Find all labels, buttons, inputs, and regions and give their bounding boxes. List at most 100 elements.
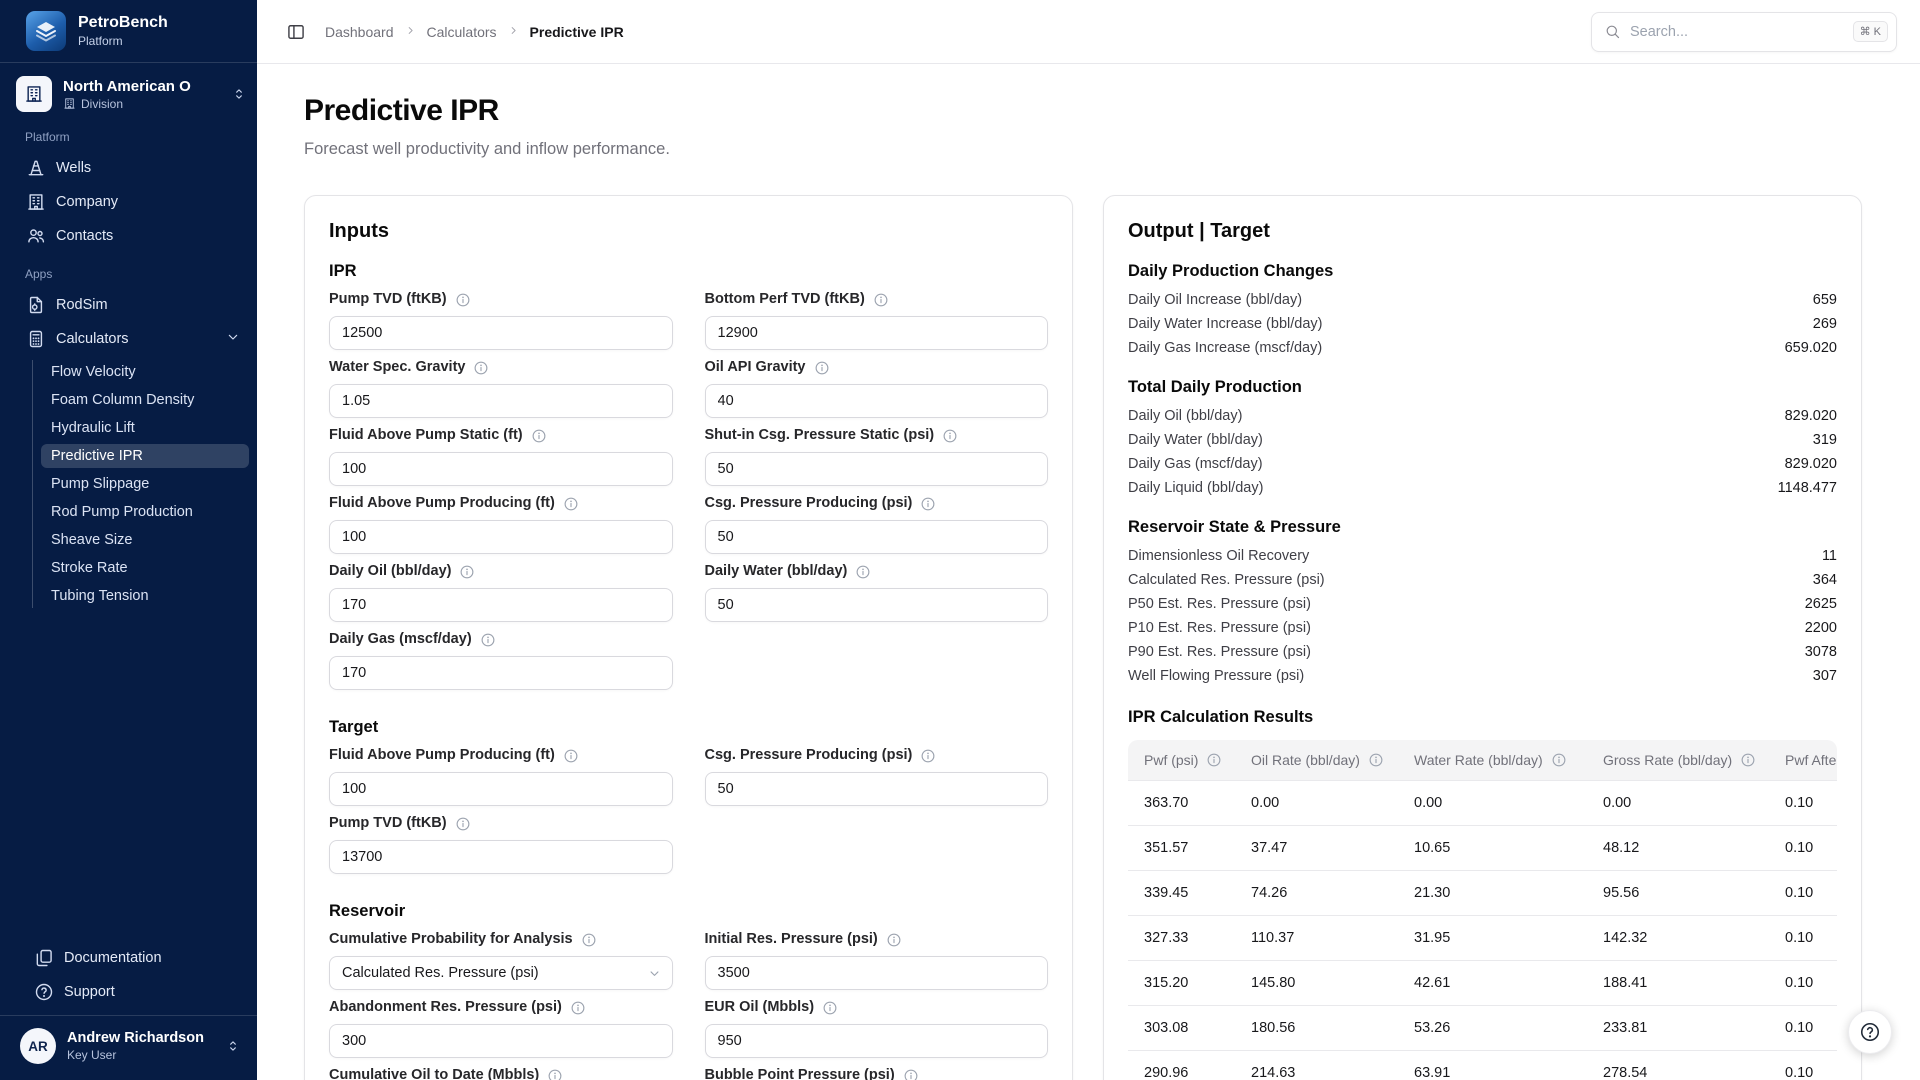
col-header-gross-rate-bbl-day: Gross Rate (bbl/day) <box>1587 740 1769 780</box>
daily-oil-bbl-day-input[interactable] <box>329 588 673 622</box>
user-menu[interactable]: AR Andrew Richardson Key User <box>0 1015 257 1080</box>
search-input[interactable] <box>1630 24 1844 40</box>
info-icon[interactable] <box>822 1000 838 1016</box>
sidebar-subitem-stroke-rate[interactable]: Stroke Rate <box>41 556 249 580</box>
sidebar-subitem-flow-velocity[interactable]: Flow Velocity <box>41 360 249 384</box>
eur-oil-mbbls-input[interactable] <box>705 1024 1049 1058</box>
info-icon[interactable] <box>531 428 547 444</box>
output-row-daily-water-bbl-day: Daily Water (bbl/day)319 <box>1128 428 1837 452</box>
search-box[interactable]: ⌘ K <box>1591 12 1897 52</box>
info-icon[interactable] <box>855 564 871 580</box>
field: Bottom Perf TVD (ftKB) <box>705 291 1049 350</box>
sidebar-subitem-foam-column-density[interactable]: Foam Column Density <box>41 388 249 412</box>
fluid-above-pump-static-ft-input[interactable] <box>329 452 673 486</box>
table-cell: 278.54 <box>1587 1050 1769 1080</box>
sidebar-item-label: Calculators <box>56 331 129 347</box>
org-switcher[interactable]: North American Opera Division <box>16 76 247 112</box>
nav-section-apps: Apps <box>0 253 257 288</box>
sidebar-subitem-pump-slippage[interactable]: Pump Slippage <box>41 472 249 496</box>
sidebar-item-wells[interactable]: Wells <box>8 151 249 185</box>
sidebar-item-contacts[interactable]: Contacts <box>8 219 249 253</box>
sidebar-subitem-hydraulic-lift[interactable]: Hydraulic Lift <box>41 416 249 440</box>
info-icon[interactable] <box>886 932 902 948</box>
fluid-above-pump-producing-ft-input[interactable] <box>329 520 673 554</box>
org-name: North American Opera <box>63 78 191 95</box>
sidebar-item-calculators[interactable]: Calculators <box>8 322 249 356</box>
sidebar-footer: DocumentationSupport <box>0 937 257 1015</box>
sidebar-item-company[interactable]: Company <box>8 185 249 219</box>
field: Water Spec. Gravity <box>329 359 673 418</box>
layers-icon <box>34 19 58 43</box>
table-cell: 10.65 <box>1398 825 1587 870</box>
info-icon[interactable] <box>547 1068 563 1080</box>
building-icon <box>24 84 44 104</box>
info-icon[interactable] <box>455 816 471 832</box>
info-icon[interactable] <box>473 360 489 376</box>
table-cell: 0.00 <box>1235 780 1398 825</box>
abandonment-res-pressure-psi-input[interactable] <box>329 1024 673 1058</box>
info-icon[interactable] <box>1551 752 1567 768</box>
breadcrumb-calculators[interactable]: Calculators <box>427 24 497 40</box>
info-icon[interactable] <box>920 748 936 764</box>
sidebar-subitem-rod-pump-production[interactable]: Rod Pump Production <box>41 500 249 524</box>
sidebar-item-support[interactable]: Support <box>16 975 241 1009</box>
sidebar-subitem-tubing-tension[interactable]: Tubing Tension <box>41 584 249 608</box>
output-section-daily-production-changes: Daily Production Changes <box>1128 262 1837 281</box>
daily-gas-mscf-day-input[interactable] <box>329 656 673 690</box>
page-title: Predictive IPR <box>304 94 1920 128</box>
sidebar-subitem-predictive-ipr[interactable]: Predictive IPR <box>41 444 249 468</box>
table-cell: 21.30 <box>1398 870 1587 915</box>
ipr-results-heading: IPR Calculation Results <box>1128 708 1837 727</box>
info-icon[interactable] <box>1368 752 1384 768</box>
info-icon[interactable] <box>459 564 475 580</box>
fluid-above-pump-producing-ft-input[interactable] <box>329 772 673 806</box>
info-icon[interactable] <box>1740 752 1756 768</box>
shut-in-csg-pressure-static-psi-input[interactable] <box>705 452 1049 486</box>
sidebar-item-label: Contacts <box>56 228 113 244</box>
field: Fluid Above Pump Static (ft) <box>329 427 673 486</box>
output-section-total-daily-production: Total Daily Production <box>1128 378 1837 397</box>
info-icon[interactable] <box>570 1000 586 1016</box>
sidebar-toggle-button[interactable] <box>279 15 313 49</box>
info-icon[interactable] <box>873 292 889 308</box>
field-label: Daily Water (bbl/day) <box>705 563 1049 580</box>
sidebar-item-documentation[interactable]: Documentation <box>16 941 241 975</box>
bottom-perf-tvd-ftkb-input[interactable] <box>705 316 1049 350</box>
field-label: Fluid Above Pump Static (ft) <box>329 427 673 444</box>
cumulative-probability-for-analysis-select[interactable]: Calculated Res. Pressure (psi) <box>329 956 673 990</box>
oil-api-gravity-input[interactable] <box>705 384 1049 418</box>
output-row-p10-est-res-pressure-psi: P10 Est. Res. Pressure (psi)2200 <box>1128 616 1837 640</box>
csg-pressure-producing-psi-input[interactable] <box>705 772 1049 806</box>
table-cell: 290.96 <box>1128 1050 1235 1080</box>
pump-tvd-ftkb-input[interactable] <box>329 316 673 350</box>
pump-tvd-ftkb-input[interactable] <box>329 840 673 874</box>
daily-water-bbl-day-input[interactable] <box>705 588 1049 622</box>
info-icon[interactable] <box>903 1068 919 1080</box>
info-icon[interactable] <box>920 496 936 512</box>
info-icon[interactable] <box>942 428 958 444</box>
field: Csg. Pressure Producing (psi) <box>705 495 1049 554</box>
breadcrumb-dashboard[interactable]: Dashboard <box>325 24 394 40</box>
field-label: Fluid Above Pump Producing (ft) <box>329 495 673 512</box>
info-icon[interactable] <box>581 932 597 948</box>
calculator-icon <box>26 329 46 349</box>
help-fab-button[interactable] <box>1848 1010 1892 1054</box>
field-label: Cumulative Oil to Date (Mbbls) <box>329 1067 673 1080</box>
field: EUR Oil (Mbbls) <box>705 999 1049 1058</box>
input-group-ipr: IPR <box>329 262 1048 281</box>
csg-pressure-producing-psi-input[interactable] <box>705 520 1049 554</box>
info-icon[interactable] <box>1206 752 1222 768</box>
sidebar-subitem-sheave-size[interactable]: Sheave Size <box>41 528 249 552</box>
initial-res-pressure-psi-input[interactable] <box>705 956 1049 990</box>
info-icon[interactable] <box>480 632 496 648</box>
info-icon[interactable] <box>563 748 579 764</box>
sidebar-item-rodsim[interactable]: RodSim <box>8 288 249 322</box>
table-cell: 0.10 <box>1769 1050 1837 1080</box>
org-type: Division <box>63 97 191 111</box>
info-icon[interactable] <box>563 496 579 512</box>
water-spec-gravity-input[interactable] <box>329 384 673 418</box>
field: Bubble Point Pressure (psi) <box>705 1067 1049 1080</box>
info-icon[interactable] <box>455 292 471 308</box>
chevron-down-icon <box>225 329 241 345</box>
info-icon[interactable] <box>814 360 830 376</box>
